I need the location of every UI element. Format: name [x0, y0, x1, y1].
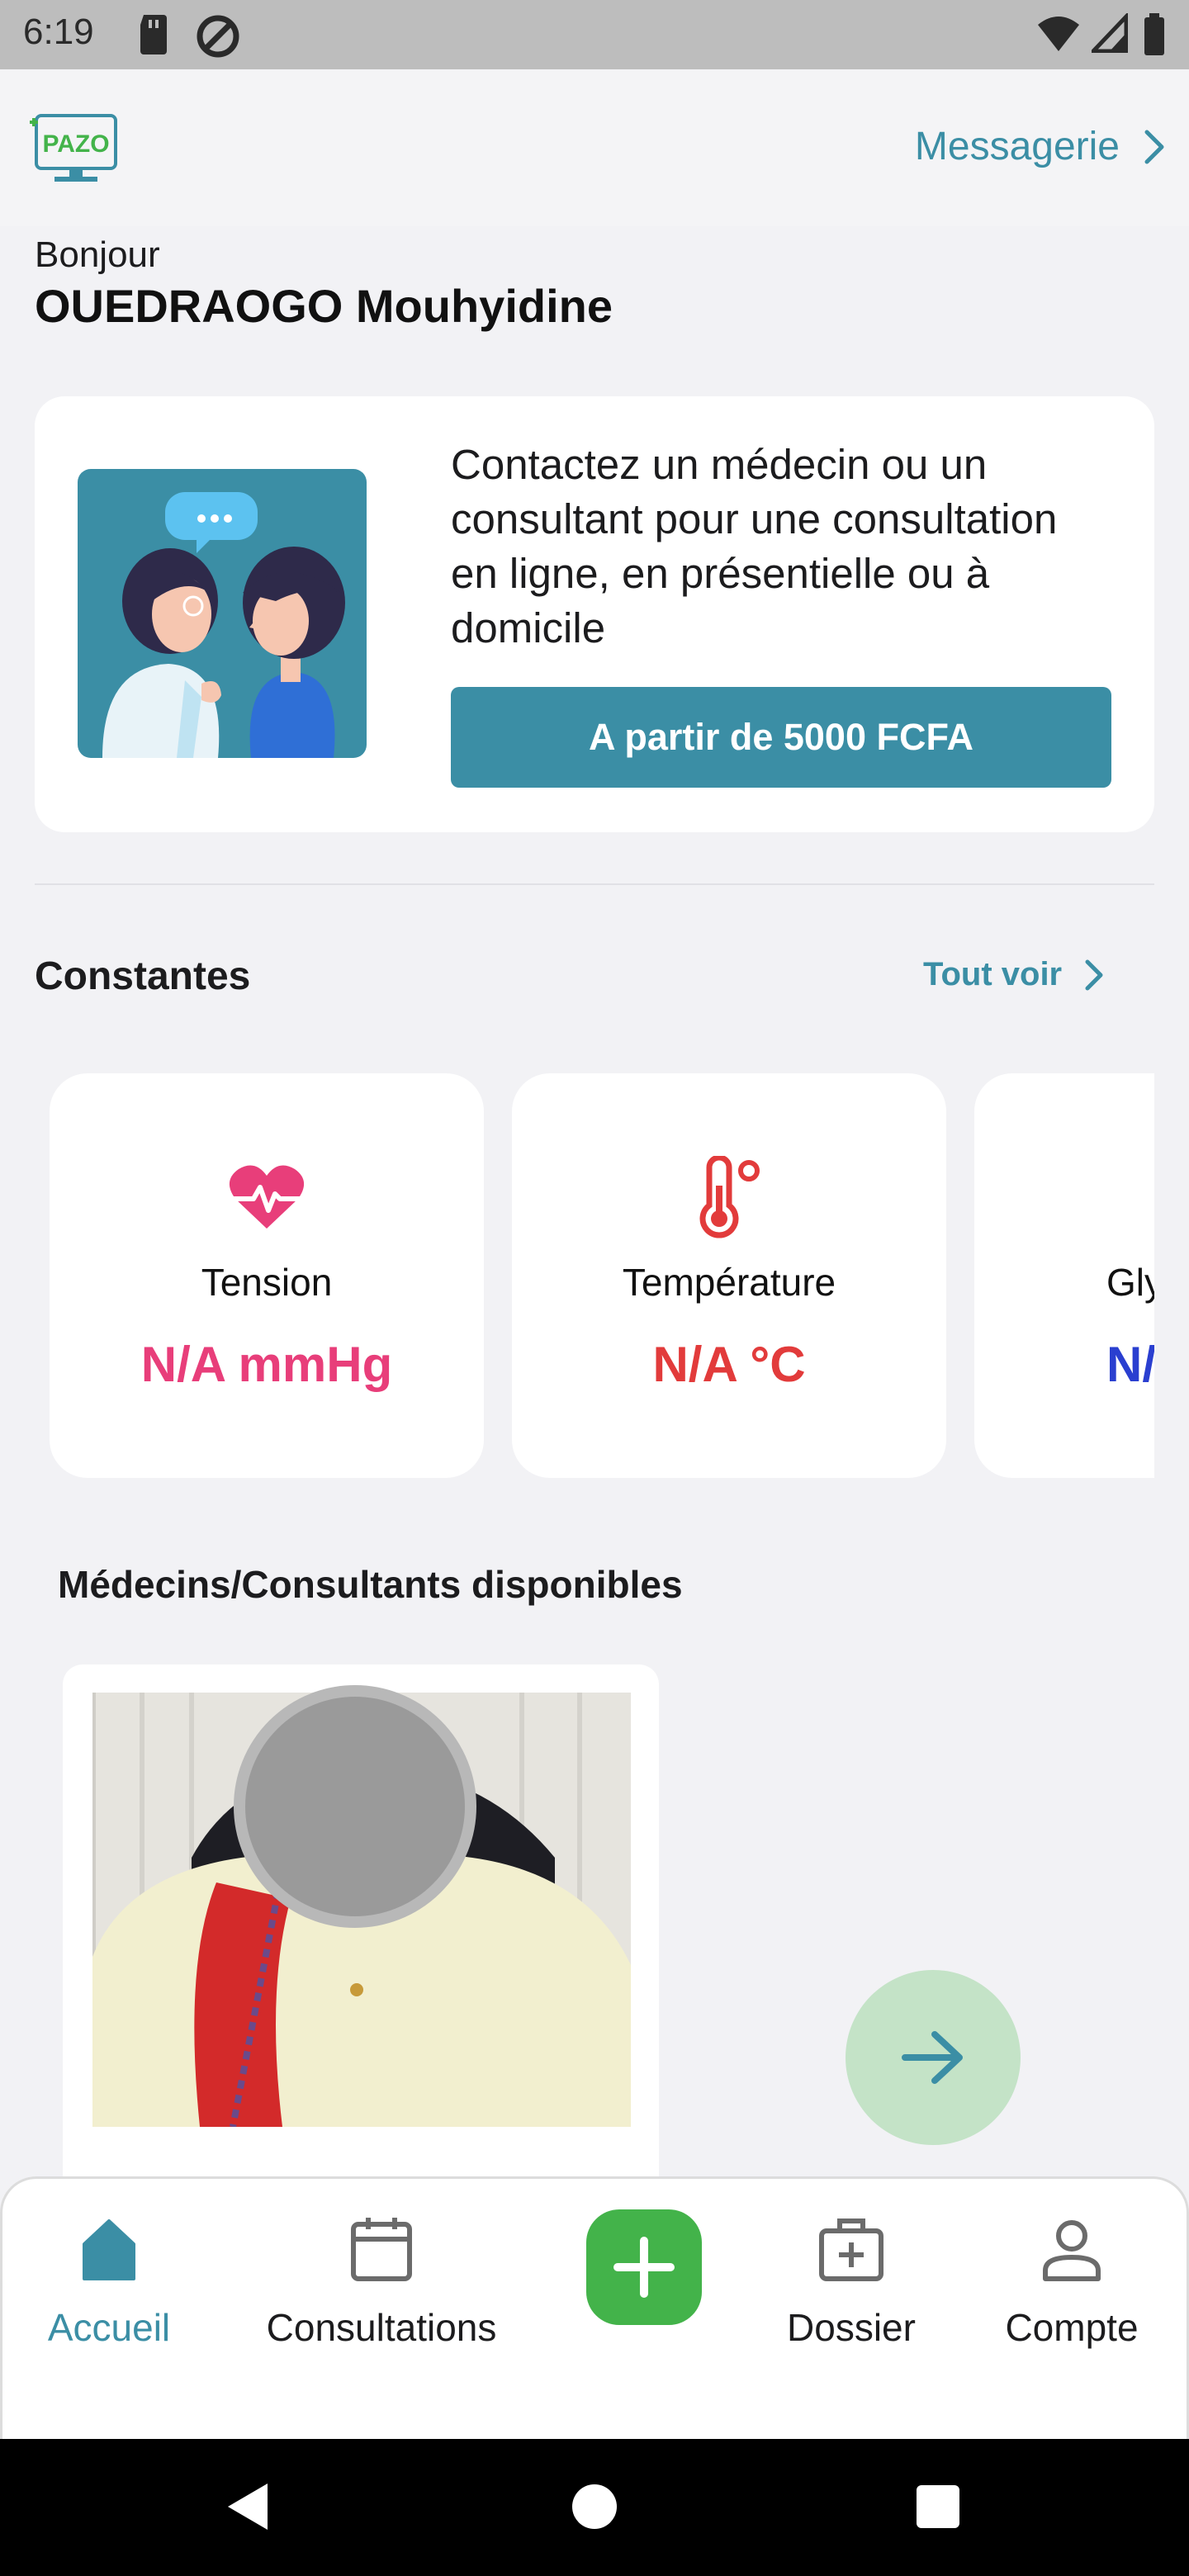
app-logo[interactable]: PAZO	[30, 112, 122, 187]
next-doctor-button[interactable]	[846, 1970, 1021, 2145]
heartbeat-icon	[229, 1165, 305, 1229]
status-bar	[0, 0, 1189, 69]
medical-folder-icon	[819, 2218, 883, 2281]
messagerie-label: Messagerie	[914, 125, 1120, 168]
cell-signal-icon	[1092, 13, 1128, 53]
see-all-link[interactable]: Tout voir	[923, 956, 1105, 993]
constantes-title: Constantes	[35, 954, 251, 998]
arrow-right-icon	[902, 2031, 963, 2084]
wifi-icon	[1038, 17, 1079, 51]
data-saver-icon	[197, 15, 239, 58]
account-icon	[1043, 2220, 1101, 2281]
constant-card-tension[interactable]: Tension N/A mmHg	[50, 1073, 484, 1478]
see-all-label: Tout voir	[923, 956, 1063, 992]
status-time: 6:19	[23, 12, 94, 52]
constant-name: Température	[622, 1261, 836, 1304]
nav-item-accueil[interactable]: Accueil	[41, 2213, 177, 2350]
constant-name: Tension	[201, 1261, 333, 1304]
nav-item-dossier[interactable]: Dossier	[779, 2213, 923, 2350]
nav-label: Compte	[1005, 2306, 1139, 2349]
doctor-avatar-placeholder	[234, 1685, 476, 1928]
battery-icon	[1144, 13, 1164, 55]
nav-item-compte[interactable]: Compte	[999, 2213, 1144, 2350]
user-name: OUEDRAOGO Mouhyidine	[35, 280, 613, 332]
chevron-right-icon	[1144, 130, 1164, 163]
nav-label: Consultations	[266, 2306, 497, 2349]
constants-carousel[interactable]: Tension N/A mmHg Température N/A °C Gly …	[35, 1073, 1154, 1483]
consultation-price-button[interactable]: A partir de 5000 FCFA	[451, 687, 1111, 788]
constant-card-temperature[interactable]: Température N/A °C	[512, 1073, 946, 1478]
home-icon	[83, 2219, 135, 2280]
greeting-text: Bonjour	[35, 234, 160, 275]
sd-card-icon	[140, 15, 167, 54]
recents-icon[interactable]	[915, 2484, 961, 2530]
doctors-section-title: Médecins/Consultants disponibles	[58, 1563, 683, 1606]
thermometer-icon	[699, 1156, 760, 1238]
constant-value: N/A mmHg	[140, 1337, 393, 1392]
app-logo-text: PAZO	[42, 130, 109, 158]
constant-card-glycemia[interactable]: Gly N/	[974, 1073, 1154, 1478]
constant-value: N/A °C	[652, 1337, 806, 1392]
plus-icon	[613, 2237, 675, 2298]
constant-value: N/	[1106, 1337, 1154, 1392]
constant-name: Gly	[1106, 1261, 1154, 1304]
divider	[35, 883, 1154, 885]
calendar-icon	[351, 2218, 412, 2281]
nav-label: Accueil	[47, 2306, 171, 2349]
consultation-illustration	[78, 469, 367, 758]
nav-item-consultations[interactable]: Consultations	[253, 2213, 510, 2350]
promo-text: Contactez un médecin ou un consultant po…	[451, 441, 1058, 651]
nav-label: Dossier	[787, 2306, 916, 2349]
messagerie-link[interactable]: Messagerie	[915, 124, 1166, 169]
back-icon[interactable]	[223, 2480, 272, 2533]
home-circle-icon[interactable]	[570, 2482, 619, 2531]
chevron-right-icon	[1085, 959, 1103, 990]
add-button[interactable]	[586, 2209, 702, 2325]
